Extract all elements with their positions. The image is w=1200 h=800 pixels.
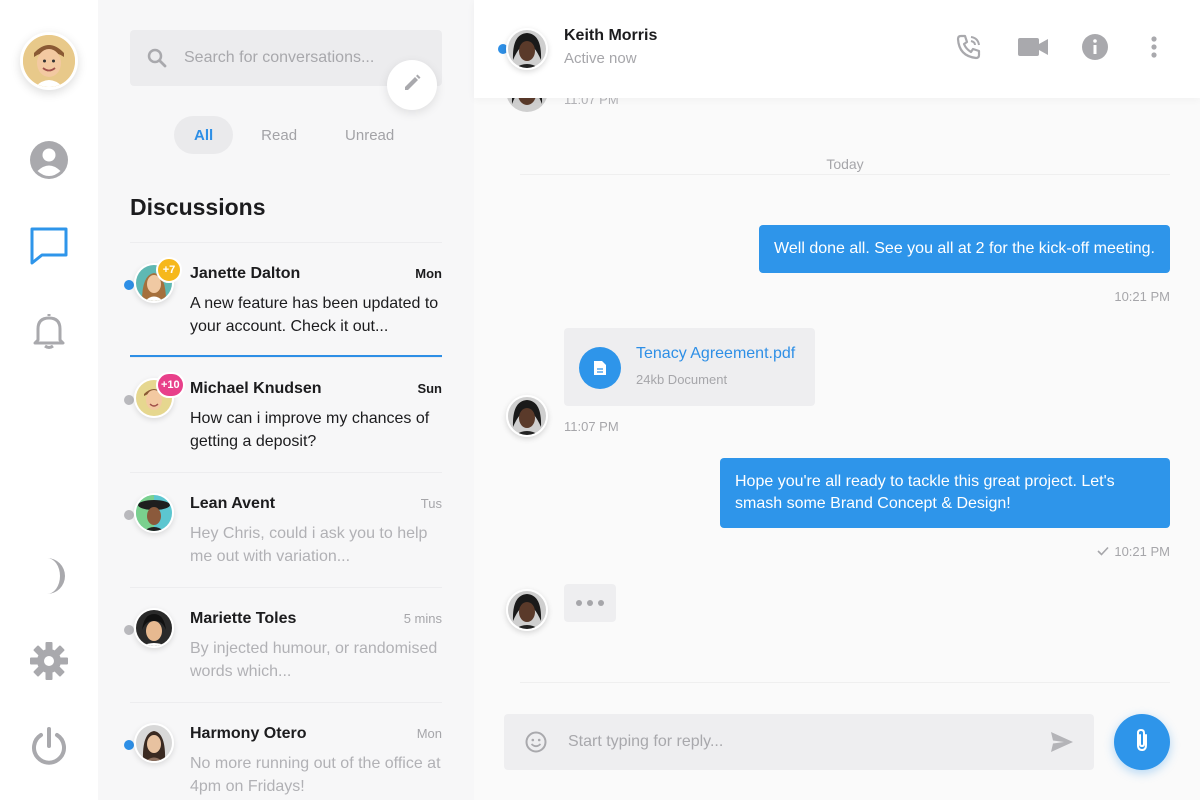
pencil-icon: [402, 73, 422, 98]
discussions-heading: Discussions: [130, 194, 266, 220]
contact-name: Keith Morris: [564, 27, 658, 44]
info-icon: [1081, 33, 1109, 66]
message-preview: By injected humour, or randomised words …: [190, 640, 438, 680]
search-icon: [130, 48, 184, 68]
unread-count-badge: +7: [156, 257, 182, 283]
contact-name: Harmony Otero: [190, 725, 307, 742]
filter-tabs: All Read Unread: [174, 116, 414, 154]
conversation-list-panel: All Read Unread Discussions +7 Janette D…: [98, 0, 474, 800]
contact-name: Mariette Toles: [190, 610, 297, 627]
list-item[interactable]: Mariette Toles 5 mins By injected humour…: [124, 587, 442, 702]
typing-indicator: [564, 584, 616, 622]
dark-mode-toggle[interactable]: [29, 556, 69, 601]
file-attachment[interactable]: Tenacy Agreement.pdf 24kb Document: [564, 328, 815, 406]
voice-call-button[interactable]: [953, 33, 985, 65]
attach-file-button[interactable]: [1114, 714, 1170, 770]
new-conversation-button[interactable]: [387, 60, 437, 110]
list-item[interactable]: +7 Janette Dalton Mon A new feature has …: [124, 242, 442, 357]
chat-bubble-icon: [29, 225, 69, 270]
message-time: 10:21 PM: [1114, 289, 1170, 304]
day-divider: [520, 174, 1170, 175]
list-item[interactable]: Harmony Otero Mon No more running out of…: [124, 702, 442, 800]
message-preview: How can i improve my chances of getting …: [190, 410, 430, 450]
file-name[interactable]: Tenacy Agreement.pdf: [636, 345, 795, 363]
notifications-nav-button[interactable]: [29, 312, 69, 352]
messages-nav-button[interactable]: [29, 227, 69, 267]
message-time-text: 10:21 PM: [1114, 544, 1170, 559]
file-size: 24kb Document: [636, 372, 728, 387]
icon-sidebar: [0, 0, 98, 800]
message-preview: A new feature has been updated to your a…: [190, 295, 439, 335]
contact-status: Active now: [564, 50, 637, 67]
logout-nav-button[interactable]: [29, 726, 69, 771]
online-status-dot: [124, 740, 134, 750]
emoji-icon[interactable]: [504, 731, 568, 753]
offline-status-dot: [124, 625, 134, 635]
message-time-text: 10:21 PM: [1114, 289, 1170, 304]
contact-avatar: [506, 589, 548, 631]
message-preview: Hey Chris, could i ask you to help me ou…: [190, 525, 428, 565]
user-avatar[interactable]: [20, 32, 78, 90]
message-time: Mon: [415, 266, 442, 281]
avatar: [134, 723, 174, 763]
contact-name: Michael Knudsen: [190, 380, 322, 397]
contact-info-button[interactable]: [1079, 33, 1111, 65]
message-time: 5 mins: [403, 611, 442, 626]
filter-tab-all[interactable]: All: [174, 116, 234, 154]
send-icon[interactable]: [1050, 731, 1074, 758]
message-time: Sun: [417, 381, 442, 396]
power-icon: [29, 726, 69, 771]
chat-panel: Keith Morris Active now 11:07 PM Today W…: [474, 0, 1200, 800]
outgoing-message: Well done all. See you all at 2 for the …: [759, 225, 1170, 273]
filter-tab-read[interactable]: Read: [241, 116, 317, 154]
message-time: Tus: [420, 496, 442, 511]
gear-icon: [29, 641, 69, 686]
bell-icon: [29, 310, 69, 355]
reply-input[interactable]: [568, 733, 1038, 751]
message-time: 10:21 PM: [1097, 544, 1170, 559]
user-circle-icon: [29, 140, 69, 185]
video-call-button[interactable]: [1016, 33, 1050, 65]
chat-header: Keith Morris Active now: [474, 0, 1200, 98]
more-options-button[interactable]: [1139, 33, 1169, 65]
offline-status-dot: [124, 395, 134, 405]
unread-count-badge: +10: [156, 372, 185, 398]
message-composer: [504, 714, 1094, 770]
profile-nav-button[interactable]: [29, 140, 69, 185]
list-item[interactable]: Lean Avent Tus Hey Chris, could i ask yo…: [124, 472, 442, 587]
avatar: [134, 493, 174, 533]
contact-name: Janette Dalton: [190, 265, 301, 282]
more-vertical-icon: [1150, 35, 1158, 64]
list-item[interactable]: +10 Michael Knudsen Sun How can i improv…: [124, 357, 442, 472]
check-icon: [1097, 544, 1109, 559]
search-input[interactable]: [184, 49, 394, 67]
offline-status-dot: [124, 510, 134, 520]
document-icon: [579, 347, 621, 389]
settings-nav-button[interactable]: [29, 641, 69, 686]
day-separator-label: Today: [826, 156, 864, 172]
contact-avatar[interactable]: [506, 28, 548, 70]
composer-divider: [520, 682, 1170, 683]
discussion-list: +7 Janette Dalton Mon A new feature has …: [124, 242, 442, 800]
message-time: 11:07 PM: [564, 419, 619, 434]
phone-icon: [955, 33, 983, 66]
contact-avatar: [506, 395, 548, 437]
video-camera-icon: [1017, 36, 1049, 63]
message-time: Mon: [416, 726, 442, 741]
contact-name: Lean Avent: [190, 495, 276, 512]
moon-icon: [29, 556, 69, 601]
filter-tab-unread[interactable]: Unread: [325, 116, 414, 154]
online-status-dot: [124, 280, 134, 290]
avatar: [134, 608, 174, 648]
paperclip-icon: [1134, 727, 1150, 758]
message-preview: No more running out of the office at 4pm…: [190, 755, 441, 795]
outgoing-message: Hope you're all ready to tackle this gre…: [720, 458, 1170, 528]
